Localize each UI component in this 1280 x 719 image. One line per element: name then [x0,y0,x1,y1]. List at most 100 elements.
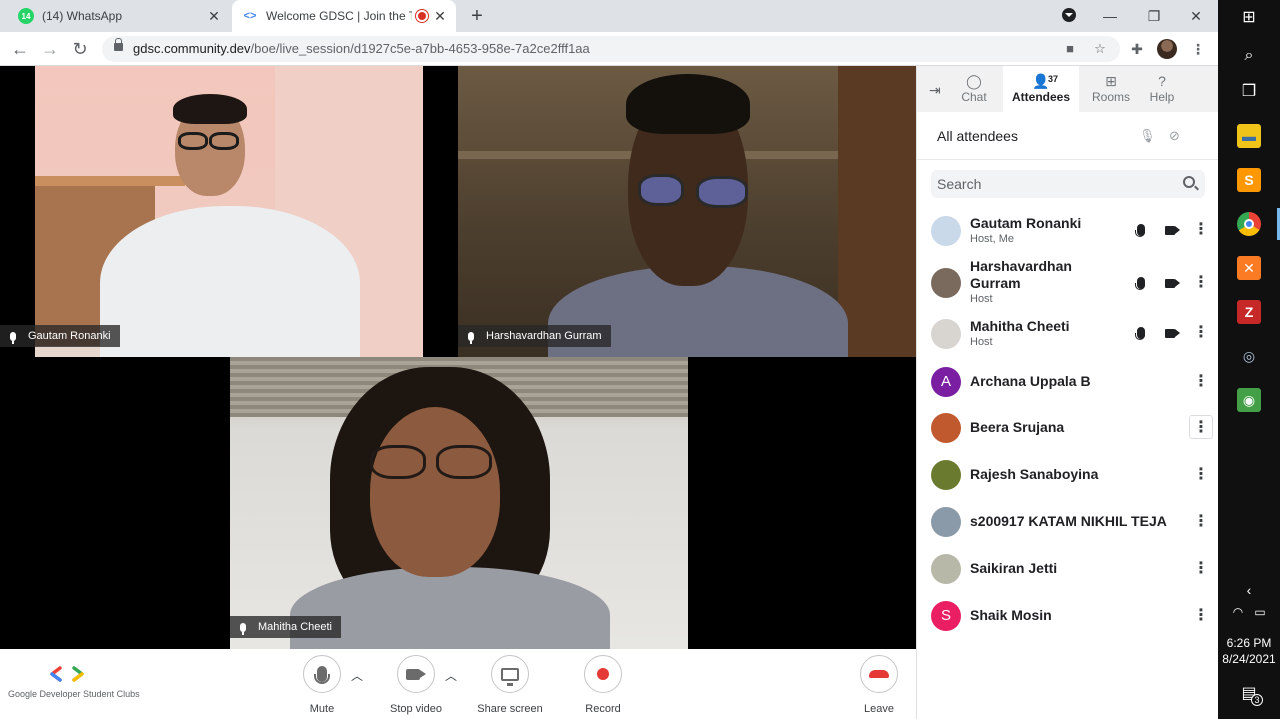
tab-attendees[interactable]: 👤 37 Attendees [1003,66,1079,112]
tab-chat[interactable]: ◯ Chat [951,66,997,112]
android-icon[interactable]: ◉ [1237,388,1261,412]
restore-button[interactable]: ❐ [1142,4,1166,28]
tab-label: Attendees [1011,90,1070,104]
close-icon[interactable]: ✕ [432,8,448,24]
hang-up-phone-icon [860,655,898,693]
tab-help[interactable]: ? Help [1139,66,1185,112]
attendee-row[interactable]: Mahitha Cheeti Host ⋮ [917,316,1219,356]
battery-icon[interactable]: ▭ [1248,600,1272,624]
more-options-icon[interactable]: ⋮ [1189,370,1213,394]
attendee-row[interactable]: Saikiran Jetti ⋮ [917,552,1219,592]
attendee-role: Host [970,336,993,348]
tab-label: Help [1149,90,1175,104]
more-options-icon[interactable]: ⋮ [1189,218,1213,242]
mic-icon [303,655,341,693]
video-tile[interactable] [458,66,916,357]
tab-whatsapp[interactable]: 14 (14) WhatsApp ✕ [8,0,230,32]
video-options-chevron-up-icon[interactable]: ︿ [444,669,458,683]
task-view-icon[interactable]: ❒ [1237,80,1261,104]
tab-rooms[interactable]: ⊞ Rooms [1083,66,1139,112]
minimize-button[interactable]: — [1098,4,1122,28]
attendees-sidebar: ⇥ ◯ Chat 👤 37 Attendees ⊞ Rooms ? Help Al… [916,66,1219,719]
clock-time[interactable]: 6:26 PM [1218,636,1280,650]
xampp-icon[interactable]: ✕ [1237,256,1261,280]
mute-all-mic-off-icon[interactable]: 🎙 [1139,128,1156,144]
video-camera-icon[interactable] [1165,329,1180,338]
tab-search-icon[interactable] [1062,8,1076,22]
tab-title: (14) WhatsApp [42,9,123,23]
video-camera-icon[interactable] [1165,226,1180,235]
attendee-row[interactable]: Rajesh Sanaboyina ⋮ [917,458,1219,498]
search-icon[interactable] [1183,176,1195,188]
sidebar-tabs: ⇥ ◯ Chat 👤 37 Attendees ⊞ Rooms ? Help [917,66,1219,112]
clock-date[interactable]: 8/24/2021 [1218,652,1280,666]
sublime-text-icon[interactable]: S [1237,168,1261,192]
chrome-icon[interactable] [1237,212,1261,236]
attendee-name: Mahitha Cheeti [970,318,1070,334]
mic-options-chevron-up-icon[interactable]: ︿ [350,669,364,683]
forward-icon[interactable]: → [38,37,62,61]
disable-all-video-off-icon[interactable]: ⊘ [1169,128,1180,144]
extensions-icon[interactable]: ✚ [1129,41,1145,57]
close-window-button[interactable]: ✕ [1184,4,1208,28]
video-camera-icon[interactable] [1165,279,1180,288]
bookmark-star-icon[interactable]: ☆ [1092,41,1108,57]
attendee-role: Host [970,293,993,305]
tab-gdsc[interactable]: <> Welcome GDSC | Join the TE... ✕ [232,0,456,32]
stop-video-button[interactable]: Stop video [381,655,451,715]
mic-icon[interactable] [1135,224,1145,237]
mute-button[interactable]: Mute [292,655,352,715]
search-icon[interactable]: ⌕ [1237,44,1261,68]
more-options-icon[interactable]: ⋮ [1189,415,1213,439]
new-tab-button[interactable]: + [466,5,488,27]
more-options-icon[interactable]: ⋮ [1189,463,1213,487]
windows-start-icon[interactable]: ⊞ [1237,6,1261,30]
tab-label: Rooms [1091,90,1130,104]
stop-video-label: Stop video [390,703,442,715]
attendee-search[interactable] [931,170,1205,198]
back-icon[interactable]: ← [8,37,32,61]
record-label: Record [585,703,621,715]
record-icon [584,655,622,693]
attendee-row[interactable]: S Shaik Mosin ⋮ [917,599,1219,639]
attendee-row[interactable]: A Archana Uppala B ⋮ [917,364,1219,404]
close-icon[interactable]: ✕ [206,8,222,24]
attendee-row[interactable]: Beera Srujana ⋮ [917,411,1219,451]
participant-name-tag: Mahitha Cheeti [230,616,341,638]
participant-name-tag: Gautam Ronanki [0,325,120,347]
tab-label: Chat [961,90,987,104]
leave-button[interactable]: Leave [849,655,909,715]
mic-icon[interactable] [1135,277,1145,290]
more-options-icon[interactable]: ⋮ [1189,557,1213,581]
video-tile[interactable] [35,66,423,357]
search-input[interactable] [931,170,1151,198]
more-options-icon[interactable]: ⋮ [1189,604,1213,628]
profile-avatar[interactable] [1157,39,1177,59]
record-button[interactable]: Record [573,655,633,715]
url-path: /boe/live_session/d1927c5e-a7bb-4653-958… [250,41,590,56]
reload-icon[interactable]: ↻ [68,37,92,61]
browser-toolbar: ← → ↻ gdsc.community.dev/boe/live_sessio… [0,32,1218,66]
filezilla-icon[interactable]: Z [1237,300,1261,324]
attendee-row[interactable]: Harshavardhan Gurram Host ⋮ [917,254,1219,310]
avatar: A [931,367,961,397]
more-options-icon[interactable]: ⋮ [1189,321,1213,345]
mic-icon[interactable] [1135,327,1145,340]
collapse-sidebar-icon[interactable]: ⇥ [929,82,941,99]
attendee-row[interactable]: Gautam Ronanki Host, Me ⋮ [917,211,1219,251]
attendee-row[interactable]: s200917 KATAM NIKHIL TEJA ⋮ [917,505,1219,545]
notifications-icon[interactable]: ▤ 3 [1237,682,1263,706]
file-explorer-icon[interactable]: ▬ [1237,124,1261,148]
menu-kebab-icon[interactable]: ⋮ [1190,41,1206,57]
tray-chevron-left-icon[interactable]: ‹ [1237,578,1261,602]
video-tile[interactable] [230,357,688,649]
more-options-icon[interactable]: ⋮ [1189,271,1213,295]
share-screen-button[interactable]: Share screen [474,655,546,715]
video-camera-icon [397,655,435,693]
camera-in-use-icon[interactable]: ■ [1062,41,1078,57]
address-bar[interactable]: gdsc.community.dev/boe/live_session/d192… [102,36,1120,62]
more-options-icon[interactable]: ⋮ [1189,510,1213,534]
satellite-app-icon[interactable]: ◎ [1237,344,1261,368]
wifi-icon[interactable]: ◠ [1226,600,1250,624]
tab-title: Welcome GDSC | Join the TE... [266,9,412,23]
